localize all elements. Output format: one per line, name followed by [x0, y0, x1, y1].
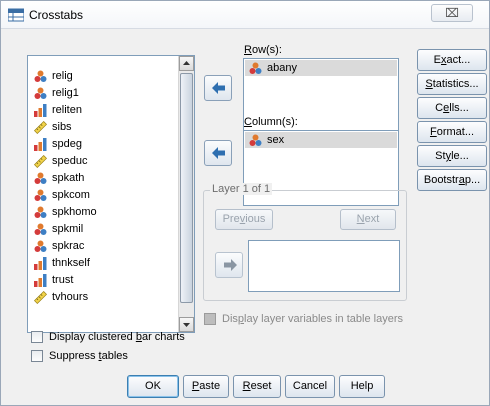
rows-item[interactable]: abany: [245, 60, 397, 76]
variable-list-item[interactable]: tvhours: [33, 289, 174, 305]
nominal-icon: [34, 240, 47, 253]
bootstrap-button[interactable]: Bootstrap...: [417, 169, 487, 191]
scale-icon: [33, 120, 48, 135]
variable-list-item[interactable]: thnkself: [34, 255, 174, 271]
variable-name: sibs: [52, 121, 72, 133]
variable-list-scrollbar[interactable]: [178, 56, 194, 332]
variable-name: trust: [52, 274, 74, 286]
variable-list-item[interactable]: spkhomo: [34, 204, 174, 220]
layer-box[interactable]: [248, 240, 400, 292]
variable-list-item[interactable]: relig: [34, 68, 174, 84]
close-button[interactable]: ⌧: [431, 4, 473, 22]
statistics-button[interactable]: Statistics...: [417, 73, 487, 95]
arrow-left-icon: [212, 82, 225, 94]
crosstabs-dialog: Crosstabs ⌧ relig relig1 reliten sibs spdeg s…: [0, 0, 490, 406]
variable-name: relig: [52, 70, 73, 82]
variable-list-item[interactable]: spkmil: [34, 221, 174, 237]
nominal-icon: [34, 70, 47, 83]
exact-button[interactable]: Exact...: [417, 49, 487, 71]
variable-name: spkath: [52, 172, 85, 184]
style-button[interactable]: Style...: [417, 145, 487, 167]
dialog-body: relig relig1 reliten sibs spdeg speduc spkath s…: [1, 30, 489, 405]
arrow-right-icon: [224, 259, 237, 271]
columns-item-label: sex: [267, 134, 285, 146]
rows-label: Row(s):: [244, 44, 282, 56]
variable-name: thnkself: [52, 257, 90, 269]
layer-group: Layer 1 of 1 Previous Next: [203, 183, 407, 301]
nominal-icon: [34, 172, 47, 185]
variable-list-item[interactable]: relig1: [34, 85, 174, 101]
move-to-rows-button[interactable]: [204, 75, 232, 101]
previous-layer-button[interactable]: Previous: [215, 209, 273, 230]
nominal-icon: [249, 62, 262, 75]
columns-item[interactable]: sex: [245, 132, 397, 148]
ordinal-icon: [34, 138, 47, 151]
nominal-icon: [34, 223, 47, 236]
variable-list-item[interactable]: reliten: [34, 102, 174, 118]
ordinal-icon: [34, 274, 47, 287]
variable-name: spkcom: [52, 189, 90, 201]
clustered-bar-charts-checkbox-box[interactable]: [31, 331, 43, 343]
variable-name: relig1: [52, 87, 79, 99]
display-layer-label: Display layer variables in table layers: [222, 313, 403, 325]
variable-name: tvhours: [52, 291, 89, 303]
variable-name: spdeg: [52, 138, 82, 150]
variable-list-item[interactable]: trust: [34, 272, 174, 288]
clustered-bar-charts-label: Display clustered bar charts: [49, 331, 185, 343]
window-title: Crosstabs: [29, 8, 84, 22]
format-button[interactable]: Format...: [417, 121, 487, 143]
ordinal-icon: [34, 104, 47, 117]
layer-title: Layer 1 of 1: [210, 183, 273, 195]
suppress-tables-checkbox-box[interactable]: [31, 350, 43, 362]
variable-name: spkmil: [52, 223, 84, 235]
scroll-thumb[interactable]: [180, 73, 193, 303]
reset-button[interactable]: Reset: [233, 375, 281, 398]
title-bar: Crosstabs ⌧: [1, 1, 489, 29]
variable-list-item[interactable]: sibs: [33, 119, 174, 135]
cells-button[interactable]: Cells...: [417, 97, 487, 119]
variable-name: speduc: [52, 155, 88, 167]
variable-name: spkrac: [52, 240, 85, 252]
variable-list[interactable]: relig relig1 reliten sibs spdeg speduc spkath s…: [27, 55, 195, 333]
nominal-icon: [249, 134, 262, 147]
variable-name: spkhomo: [52, 206, 97, 218]
nominal-icon: [34, 206, 47, 219]
scroll-up-arrow[interactable]: [179, 56, 194, 71]
variable-list-item[interactable]: spkath: [34, 170, 174, 186]
crosstabs-app-icon: [7, 8, 25, 22]
move-to-columns-button[interactable]: [204, 140, 232, 166]
ok-button[interactable]: OK: [127, 375, 179, 398]
nominal-icon: [34, 189, 47, 202]
ordinal-icon: [34, 257, 47, 270]
next-layer-button[interactable]: Next: [340, 209, 396, 230]
suppress-tables-label: Suppress tables: [49, 350, 128, 362]
variable-list-item[interactable]: speduc: [33, 153, 174, 169]
variable-list-item[interactable]: spdeg: [34, 136, 174, 152]
help-button[interactable]: Help: [339, 375, 385, 398]
scale-icon: [33, 154, 48, 169]
cancel-button[interactable]: Cancel: [285, 375, 335, 398]
move-to-layer-button[interactable]: [215, 252, 243, 278]
paste-button[interactable]: Paste: [183, 375, 229, 398]
nominal-icon: [34, 87, 47, 100]
variable-list-item[interactable]: spkrac: [34, 238, 174, 254]
columns-label: Column(s):: [244, 116, 298, 128]
display-layer-checkbox-box[interactable]: [204, 313, 216, 325]
variable-list-item[interactable]: spkcom: [34, 187, 174, 203]
scale-icon: [33, 290, 48, 305]
variable-name: reliten: [52, 104, 82, 116]
rows-item-label: abany: [267, 62, 297, 74]
arrow-left-icon: [212, 147, 225, 159]
